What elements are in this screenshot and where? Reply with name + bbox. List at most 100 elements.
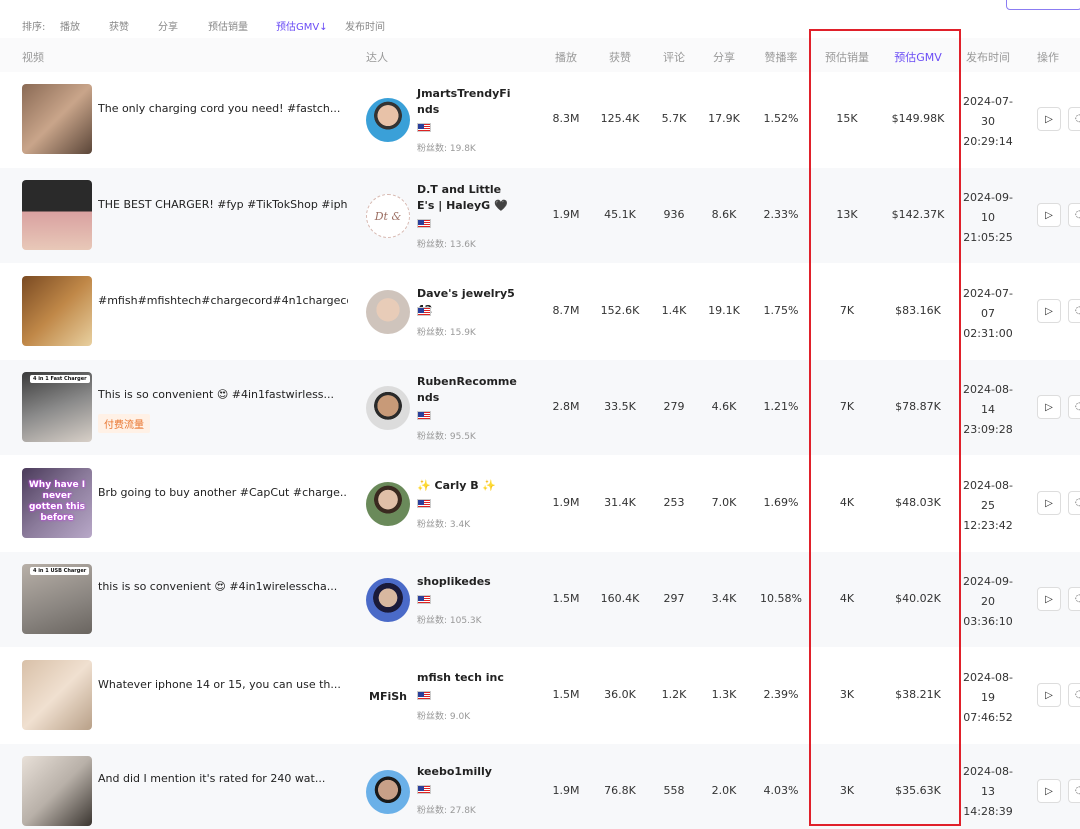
publish-day: 19 bbox=[981, 691, 995, 704]
play-button[interactable]: ▷ bbox=[1037, 107, 1061, 131]
play-button[interactable]: ▷ bbox=[1037, 683, 1061, 707]
avatar[interactable]: MFiSh bbox=[366, 674, 410, 718]
play-button[interactable]: ▷ bbox=[1037, 779, 1061, 803]
col-like-rate[interactable]: 赞播率 bbox=[765, 49, 798, 65]
avatar[interactable] bbox=[366, 578, 410, 622]
avatar[interactable]: Dt & bbox=[366, 194, 410, 238]
video-thumbnail[interactable]: 4 in 1 Fast Charger bbox=[22, 372, 92, 442]
video-title[interactable]: This is so convenient 😍 #4in1fastwirless… bbox=[98, 388, 348, 401]
shares-cell: 8.6K bbox=[711, 208, 737, 221]
publish-date: 2024-07- bbox=[963, 287, 1013, 300]
col-likes[interactable]: 获赞 bbox=[609, 49, 631, 65]
publish-time-cell: 2024-08- 25 12:23:42 bbox=[958, 476, 1018, 536]
creator-name[interactable]: ✨ Carly B ✨ bbox=[417, 478, 517, 494]
play-button[interactable]: ▷ bbox=[1037, 299, 1061, 323]
sort-option-publish-time[interactable]: 发布时间 bbox=[345, 18, 385, 33]
creator-name[interactable]: keebo1milly bbox=[417, 764, 517, 780]
avatar[interactable] bbox=[366, 98, 410, 142]
avatar[interactable] bbox=[366, 482, 410, 526]
play-icon: ▷ bbox=[1045, 401, 1053, 413]
publish-time: 07:46:52 bbox=[963, 711, 1013, 724]
play-button[interactable]: ▷ bbox=[1037, 203, 1061, 227]
publish-time: 02:31:00 bbox=[963, 327, 1013, 340]
creator-name[interactable]: RubenRecommends bbox=[417, 374, 517, 406]
sort-option-likes[interactable]: 获赞 bbox=[109, 18, 129, 33]
top-right-button[interactable] bbox=[1006, 0, 1080, 10]
more-action-button[interactable]: ◌ bbox=[1068, 683, 1080, 707]
play-icon: ▷ bbox=[1045, 113, 1053, 125]
video-thumbnail[interactable] bbox=[22, 660, 92, 730]
video-thumbnail[interactable]: 4 in 1 USB Charger bbox=[22, 564, 92, 634]
video-thumbnail[interactable] bbox=[22, 180, 92, 250]
avatar[interactable] bbox=[366, 290, 410, 334]
creator-name[interactable]: mfish tech inc bbox=[417, 670, 517, 686]
action-icon: ◌ bbox=[1075, 497, 1080, 508]
video-thumbnail[interactable] bbox=[22, 276, 92, 346]
creator-name[interactable]: Dave's jewelry542 bbox=[417, 286, 517, 318]
thumbnail-caption: 4 in 1 USB Charger bbox=[30, 567, 90, 575]
more-action-button[interactable]: ◌ bbox=[1068, 395, 1080, 419]
play-button[interactable]: ▷ bbox=[1037, 395, 1061, 419]
views-cell: 1.9M bbox=[552, 496, 580, 509]
publish-time-cell: 2024-09- 10 21:05:25 bbox=[958, 188, 1018, 248]
video-thumbnail[interactable]: Why have I never gotten this before bbox=[22, 468, 92, 538]
creator-name[interactable]: JmartsTrendyFinds bbox=[417, 86, 517, 118]
sort-option-est-gmv[interactable]: 预估GMV↓ bbox=[276, 18, 328, 33]
publish-time-cell: 2024-07- 30 20:29:14 bbox=[958, 92, 1018, 152]
like-rate-cell: 2.33% bbox=[763, 208, 799, 221]
col-shares[interactable]: 分享 bbox=[713, 49, 735, 65]
video-title[interactable]: Brb going to buy another #CapCut #charge… bbox=[98, 486, 348, 499]
more-action-button[interactable]: ◌ bbox=[1068, 107, 1080, 131]
more-action-button[interactable]: ◌ bbox=[1068, 299, 1080, 323]
more-action-button[interactable]: ◌ bbox=[1068, 587, 1080, 611]
comments-cell: 279 bbox=[663, 400, 685, 413]
creator-name[interactable]: shoplikedes bbox=[417, 574, 517, 590]
like-rate-cell: 1.75% bbox=[763, 304, 799, 317]
video-title[interactable]: THE BEST CHARGER! #fyp #TikTokShop #ipho… bbox=[98, 198, 348, 211]
publish-time: 14:28:39 bbox=[963, 805, 1013, 818]
play-icon: ▷ bbox=[1045, 689, 1053, 701]
comments-cell: 1.2K bbox=[661, 688, 687, 701]
video-title[interactable]: Whatever iphone 14 or 15, you can use th… bbox=[98, 678, 348, 691]
likes-cell: 160.4K bbox=[600, 592, 640, 605]
publish-date: 2024-08- bbox=[963, 671, 1013, 684]
col-views[interactable]: 播放 bbox=[555, 49, 577, 65]
publish-time: 12:23:42 bbox=[963, 519, 1013, 532]
likes-cell: 33.5K bbox=[604, 400, 636, 413]
video-title[interactable]: The only charging cord you need! #fastch… bbox=[98, 102, 348, 115]
more-action-button[interactable]: ◌ bbox=[1068, 779, 1080, 803]
us-flag-icon bbox=[417, 785, 431, 794]
us-flag-icon bbox=[417, 499, 431, 508]
sort-option-views[interactable]: 播放 bbox=[60, 18, 80, 33]
fans-count: 粉丝数: 13.6K bbox=[417, 240, 476, 250]
sort-option-shares[interactable]: 分享 bbox=[158, 18, 178, 33]
us-flag-icon bbox=[417, 307, 431, 316]
shares-cell: 2.0K bbox=[711, 784, 737, 797]
action-icon: ◌ bbox=[1075, 785, 1080, 796]
creator-name[interactable]: D.T and Little E's | HaleyG 🖤 bbox=[417, 182, 517, 214]
publish-time-cell: 2024-08- 19 07:46:52 bbox=[958, 668, 1018, 728]
sort-option-est-sales[interactable]: 预估销量 bbox=[208, 18, 248, 33]
fans-count: 粉丝数: 3.4K bbox=[417, 520, 471, 530]
video-thumbnail[interactable] bbox=[22, 756, 92, 826]
play-button[interactable]: ▷ bbox=[1037, 587, 1061, 611]
video-title[interactable]: this is so convenient 😍 #4in1wirelesscha… bbox=[98, 580, 348, 593]
video-thumbnail[interactable] bbox=[22, 84, 92, 154]
us-flag-icon bbox=[417, 595, 431, 604]
video-title[interactable]: #mfish#mfishtech#chargecord#4n1chargecor… bbox=[98, 294, 348, 307]
publish-day: 07 bbox=[981, 307, 995, 320]
col-publish-time[interactable]: 发布时间 bbox=[966, 49, 1010, 65]
comments-cell: 558 bbox=[663, 784, 685, 797]
thumbnail-caption: 4 in 1 Fast Charger bbox=[30, 375, 90, 383]
col-comments[interactable]: 评论 bbox=[663, 49, 685, 65]
publish-date: 2024-08- bbox=[963, 479, 1013, 492]
more-action-button[interactable]: ◌ bbox=[1068, 491, 1080, 515]
video-title[interactable]: And did I mention it's rated for 240 wat… bbox=[98, 772, 348, 785]
avatar[interactable] bbox=[366, 770, 410, 814]
likes-cell: 125.4K bbox=[600, 112, 640, 125]
avatar[interactable] bbox=[366, 386, 410, 430]
more-action-button[interactable]: ◌ bbox=[1068, 203, 1080, 227]
publish-date: 2024-08- bbox=[963, 383, 1013, 396]
likes-cell: 152.6K bbox=[600, 304, 640, 317]
play-button[interactable]: ▷ bbox=[1037, 491, 1061, 515]
